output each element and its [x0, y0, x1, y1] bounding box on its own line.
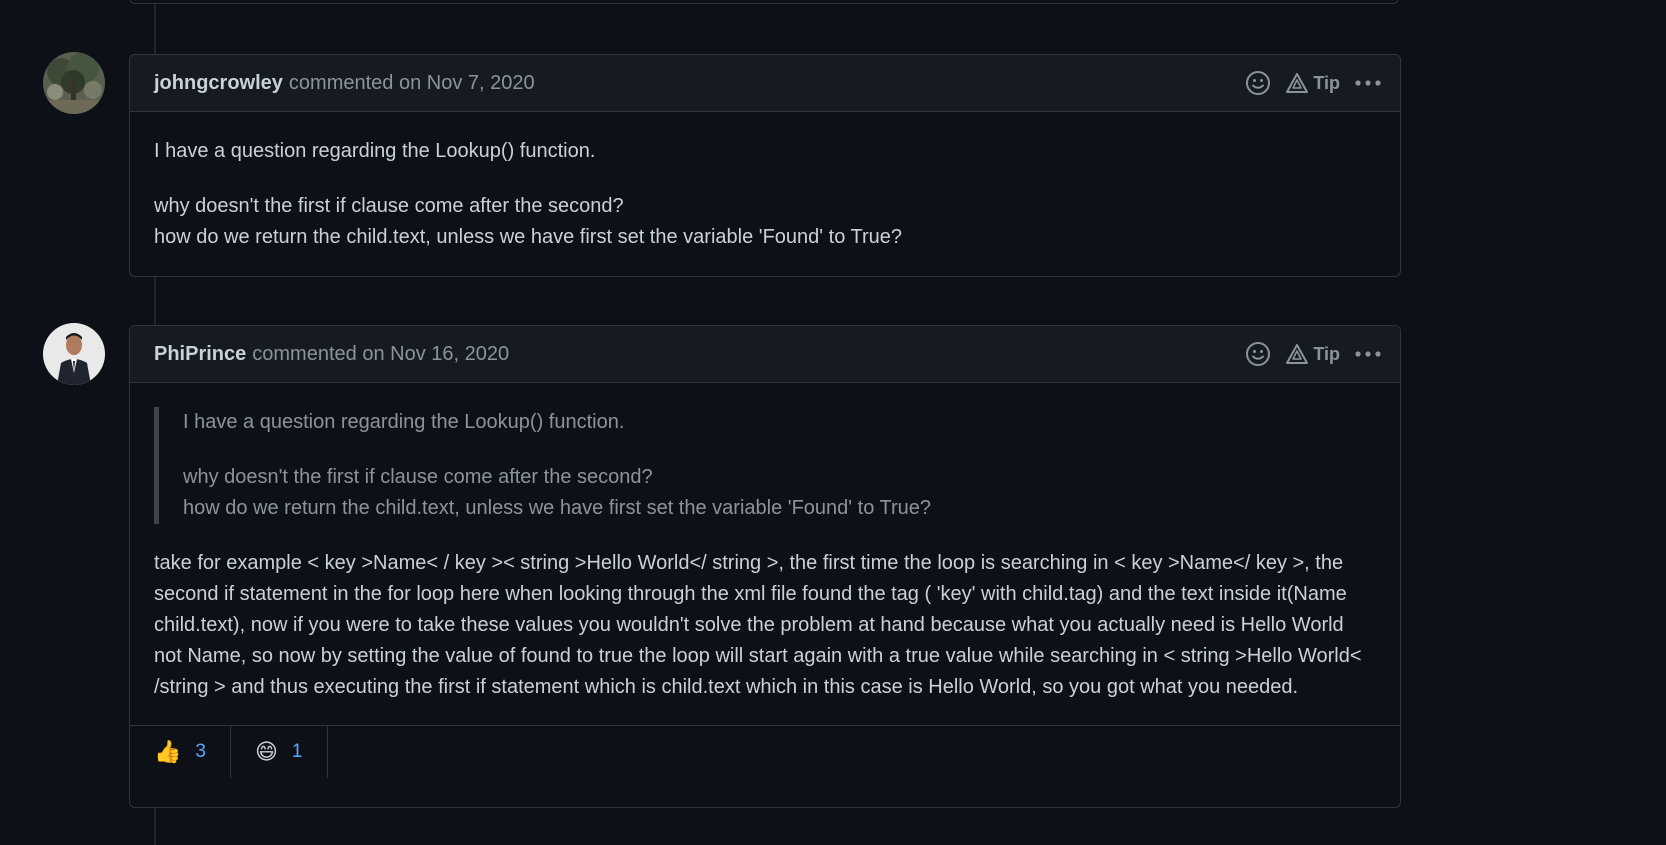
avatar-image-tree — [43, 52, 105, 114]
reaction-smile[interactable]: 😄 1 — [231, 726, 328, 778]
quoted-reply: I have a question regarding the Lookup()… — [154, 407, 1376, 524]
comment-body: I have a question regarding the Lookup()… — [130, 112, 1400, 275]
kebab-horizontal-icon — [1355, 351, 1381, 357]
tip-button[interactable]: Tip — [1285, 343, 1340, 365]
add-reaction-button[interactable] — [1245, 341, 1271, 367]
more-options-button[interactable] — [1354, 350, 1382, 358]
comment-actions: Tip — [1245, 326, 1382, 382]
comment-date-link[interactable]: on Nov 16, 2020 — [362, 343, 509, 365]
discussion-timeline: johngcrowley commented on Nov 7, 2020 Ti… — [0, 0, 1666, 845]
reaction-count: 1 — [291, 741, 303, 762]
comment-header: johngcrowley commented on Nov 7, 2020 Ti… — [130, 55, 1400, 112]
comment-paragraph: why doesn't the first if clause come aft… — [154, 191, 1376, 253]
comment-paragraph: I have a question regarding the Lookup()… — [154, 140, 596, 162]
comment-header: PhiPrince commented on Nov 16, 2020 Tip — [130, 326, 1400, 383]
meta-prefix: commented — [288, 71, 394, 94]
thumbs-up-icon: 👍 — [154, 739, 182, 764]
tip-button[interactable]: Tip — [1285, 72, 1340, 94]
comment-paragraph: take for example < key >Name< / key >< s… — [154, 552, 1362, 698]
comment-line: why doesn't the first if clause come aft… — [154, 195, 624, 217]
smile-icon: 😄 — [254, 739, 278, 764]
avatar-image-person — [43, 323, 105, 385]
kebab-horizontal-icon — [1355, 80, 1381, 86]
quote-paragraph: I have a question regarding the Lookup()… — [183, 411, 625, 433]
comment-card: PhiPrince commented on Nov 16, 2020 Tip … — [129, 325, 1401, 808]
comment-body: I have a question regarding the Lookup()… — [130, 383, 1400, 725]
reaction-thumbs-up[interactable]: 👍 3 — [130, 726, 231, 778]
add-reaction-button[interactable] — [1245, 70, 1271, 96]
author-link[interactable]: johngcrowley — [154, 72, 283, 95]
author-link[interactable]: PhiPrince — [154, 343, 246, 366]
avatar[interactable] — [43, 323, 105, 385]
smiley-icon — [1246, 342, 1271, 366]
reactions-bar: 👍 3 😄 1 — [130, 725, 1400, 778]
tip-triangle-icon — [1286, 73, 1309, 93]
reaction-count: 3 — [195, 741, 206, 762]
quote-line: how do we return the child.text, unless … — [183, 497, 932, 519]
tip-label: Tip — [1313, 72, 1340, 93]
meta-prefix: commented — [252, 342, 357, 365]
comment-actions: Tip — [1245, 55, 1382, 111]
comment-meta: commented on Nov 7, 2020 — [289, 72, 535, 95]
tip-triangle-icon — [1286, 344, 1309, 364]
comment-card: johngcrowley commented on Nov 7, 2020 Ti… — [129, 54, 1401, 277]
quote-line: why doesn't the first if clause come aft… — [183, 466, 653, 488]
comment-line: how do we return the child.text, unless … — [154, 226, 903, 248]
quote-paragraph: why doesn't the first if clause come aft… — [183, 462, 1376, 524]
more-options-button[interactable] — [1354, 79, 1382, 87]
comment-meta: commented on Nov 16, 2020 — [252, 343, 509, 366]
tip-label: Tip — [1313, 343, 1340, 364]
avatar[interactable] — [43, 52, 105, 114]
previous-comment-bottom — [129, 0, 1399, 4]
comment-date-link[interactable]: on Nov 7, 2020 — [399, 72, 535, 94]
smiley-icon — [1246, 71, 1271, 95]
